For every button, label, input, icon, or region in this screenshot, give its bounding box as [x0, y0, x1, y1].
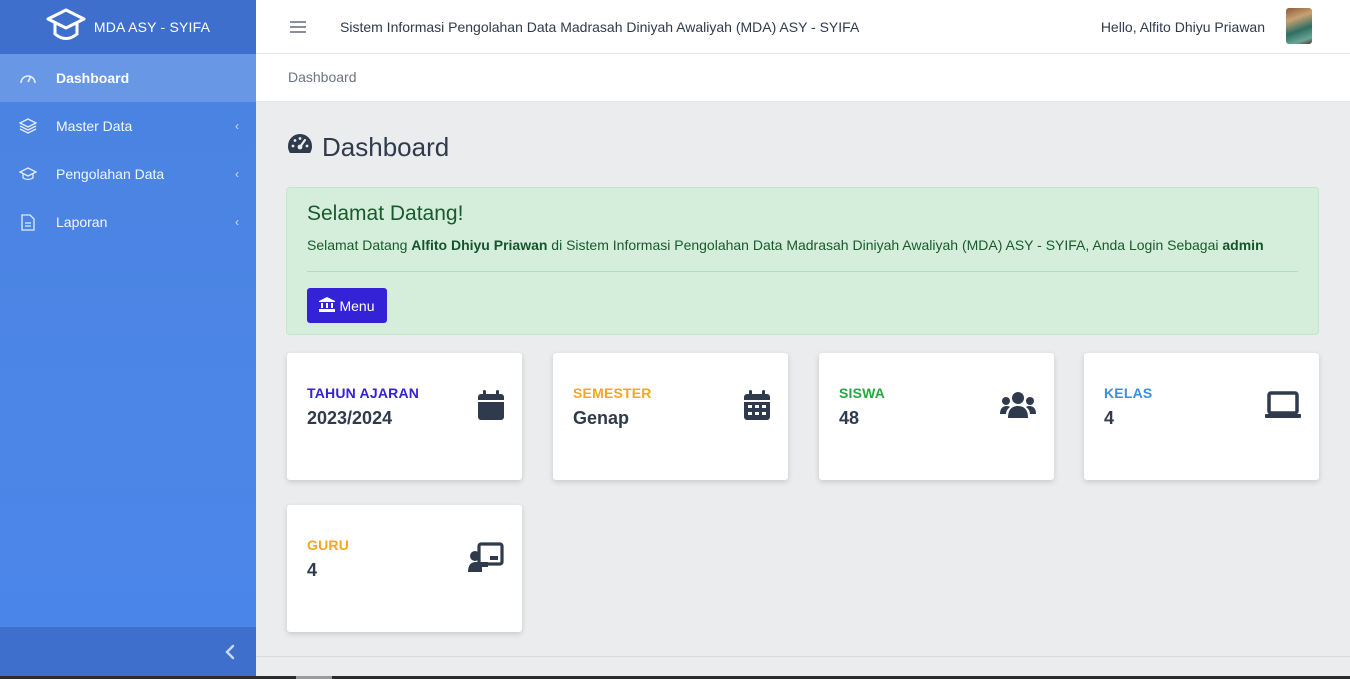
page-title: Dashboard [286, 132, 449, 163]
users-icon [998, 388, 1036, 422]
graduation-cap-icon [46, 7, 86, 48]
stat-card-tahun-ajaran: TAHUN AJARAN 2023/2024 [287, 353, 522, 480]
stat-value: 4 [307, 560, 318, 580]
sidebar-item-label: Laporan [56, 214, 108, 230]
welcome-alert: Selamat Datang! Selamat Datang Alfito Dh… [286, 187, 1319, 335]
welcome-user: Alfito Dhiyu Priawan [411, 237, 548, 253]
calendar-grid-icon [732, 388, 770, 422]
app-title: Sistem Informasi Pengolahan Data Madrasa… [340, 18, 860, 35]
avatar[interactable] [1286, 8, 1312, 44]
welcome-text-1: Selamat Datang [307, 237, 412, 253]
file-icon [19, 213, 37, 231]
laptop-icon [1263, 388, 1301, 422]
stat-card-guru: GURU 4 [287, 505, 522, 632]
welcome-role: admin [1222, 237, 1264, 253]
breadcrumb: Dashboard [288, 69, 357, 85]
sidebar-item-label: Master Data [56, 118, 133, 134]
graduation-cap-icon [19, 165, 37, 183]
stat-label: SEMESTER [573, 385, 652, 401]
stat-value: 2023/2024 [307, 408, 393, 428]
stat-value: 48 [839, 408, 860, 428]
sidebar-footer [0, 627, 256, 679]
hamburger-menu-icon[interactable] [290, 18, 306, 36]
gauge-icon [19, 69, 37, 87]
divider [307, 271, 1298, 272]
welcome-text: Selamat Datang Alfito Dhiyu Priawan di S… [307, 237, 1264, 253]
stat-label: GURU [307, 537, 350, 553]
sidebar-item-master-data[interactable]: Master Data ‹ [0, 102, 256, 150]
stat-card-siswa: SISWA 48 [819, 353, 1054, 480]
sidebar-item-label: Dashboard [56, 70, 130, 86]
menu-button[interactable]: Menu [307, 288, 387, 323]
stat-value: Genap [573, 408, 630, 428]
chalkboard-teacher-icon [466, 540, 504, 574]
stat-value: 4 [1104, 408, 1115, 428]
stat-label: SISWA [839, 385, 886, 401]
stat-card-kelas: KELAS 4 [1084, 353, 1319, 480]
sidebar: MDA ASY - SYIFA Dashboard Master Data ‹ … [0, 0, 256, 679]
topbar: Sistem Informasi Pengolahan Data Madrasa… [256, 0, 1350, 54]
calendar-icon [466, 388, 504, 422]
chevron-left-icon: ‹ [235, 215, 239, 229]
sidebar-item-pengolahan-data[interactable]: Pengolahan Data ‹ [0, 150, 256, 198]
brand-name: MDA ASY - SYIFA [93, 19, 211, 35]
bank-icon [319, 296, 336, 315]
stat-card-semester: SEMESTER Genap [553, 353, 788, 480]
sidebar-collapse-button[interactable] [222, 642, 238, 662]
stat-label: KELAS [1104, 385, 1153, 401]
welcome-heading: Selamat Datang! [307, 202, 464, 225]
chevron-left-icon: ‹ [235, 167, 239, 181]
chevron-left-icon: ‹ [235, 119, 239, 133]
user-greeting[interactable]: Hello, Alfito Dhiyu Priawan [1101, 19, 1265, 35]
breadcrumb-bar: Dashboard [256, 54, 1350, 102]
footer-divider [256, 656, 1350, 657]
layers-icon [19, 117, 37, 135]
stat-label: TAHUN AJARAN [307, 385, 420, 401]
gauge-icon [286, 132, 314, 163]
sidebar-item-laporan[interactable]: Laporan ‹ [0, 198, 256, 246]
page-title-text: Dashboard [322, 132, 450, 162]
brand[interactable]: MDA ASY - SYIFA [0, 0, 256, 54]
sidebar-item-label: Pengolahan Data [56, 166, 165, 182]
menu-button-label: Menu [339, 297, 375, 314]
welcome-text-2: di Sistem Informasi Pengolahan Data Madr… [547, 237, 1223, 253]
sidebar-item-dashboard[interactable]: Dashboard [0, 54, 256, 102]
